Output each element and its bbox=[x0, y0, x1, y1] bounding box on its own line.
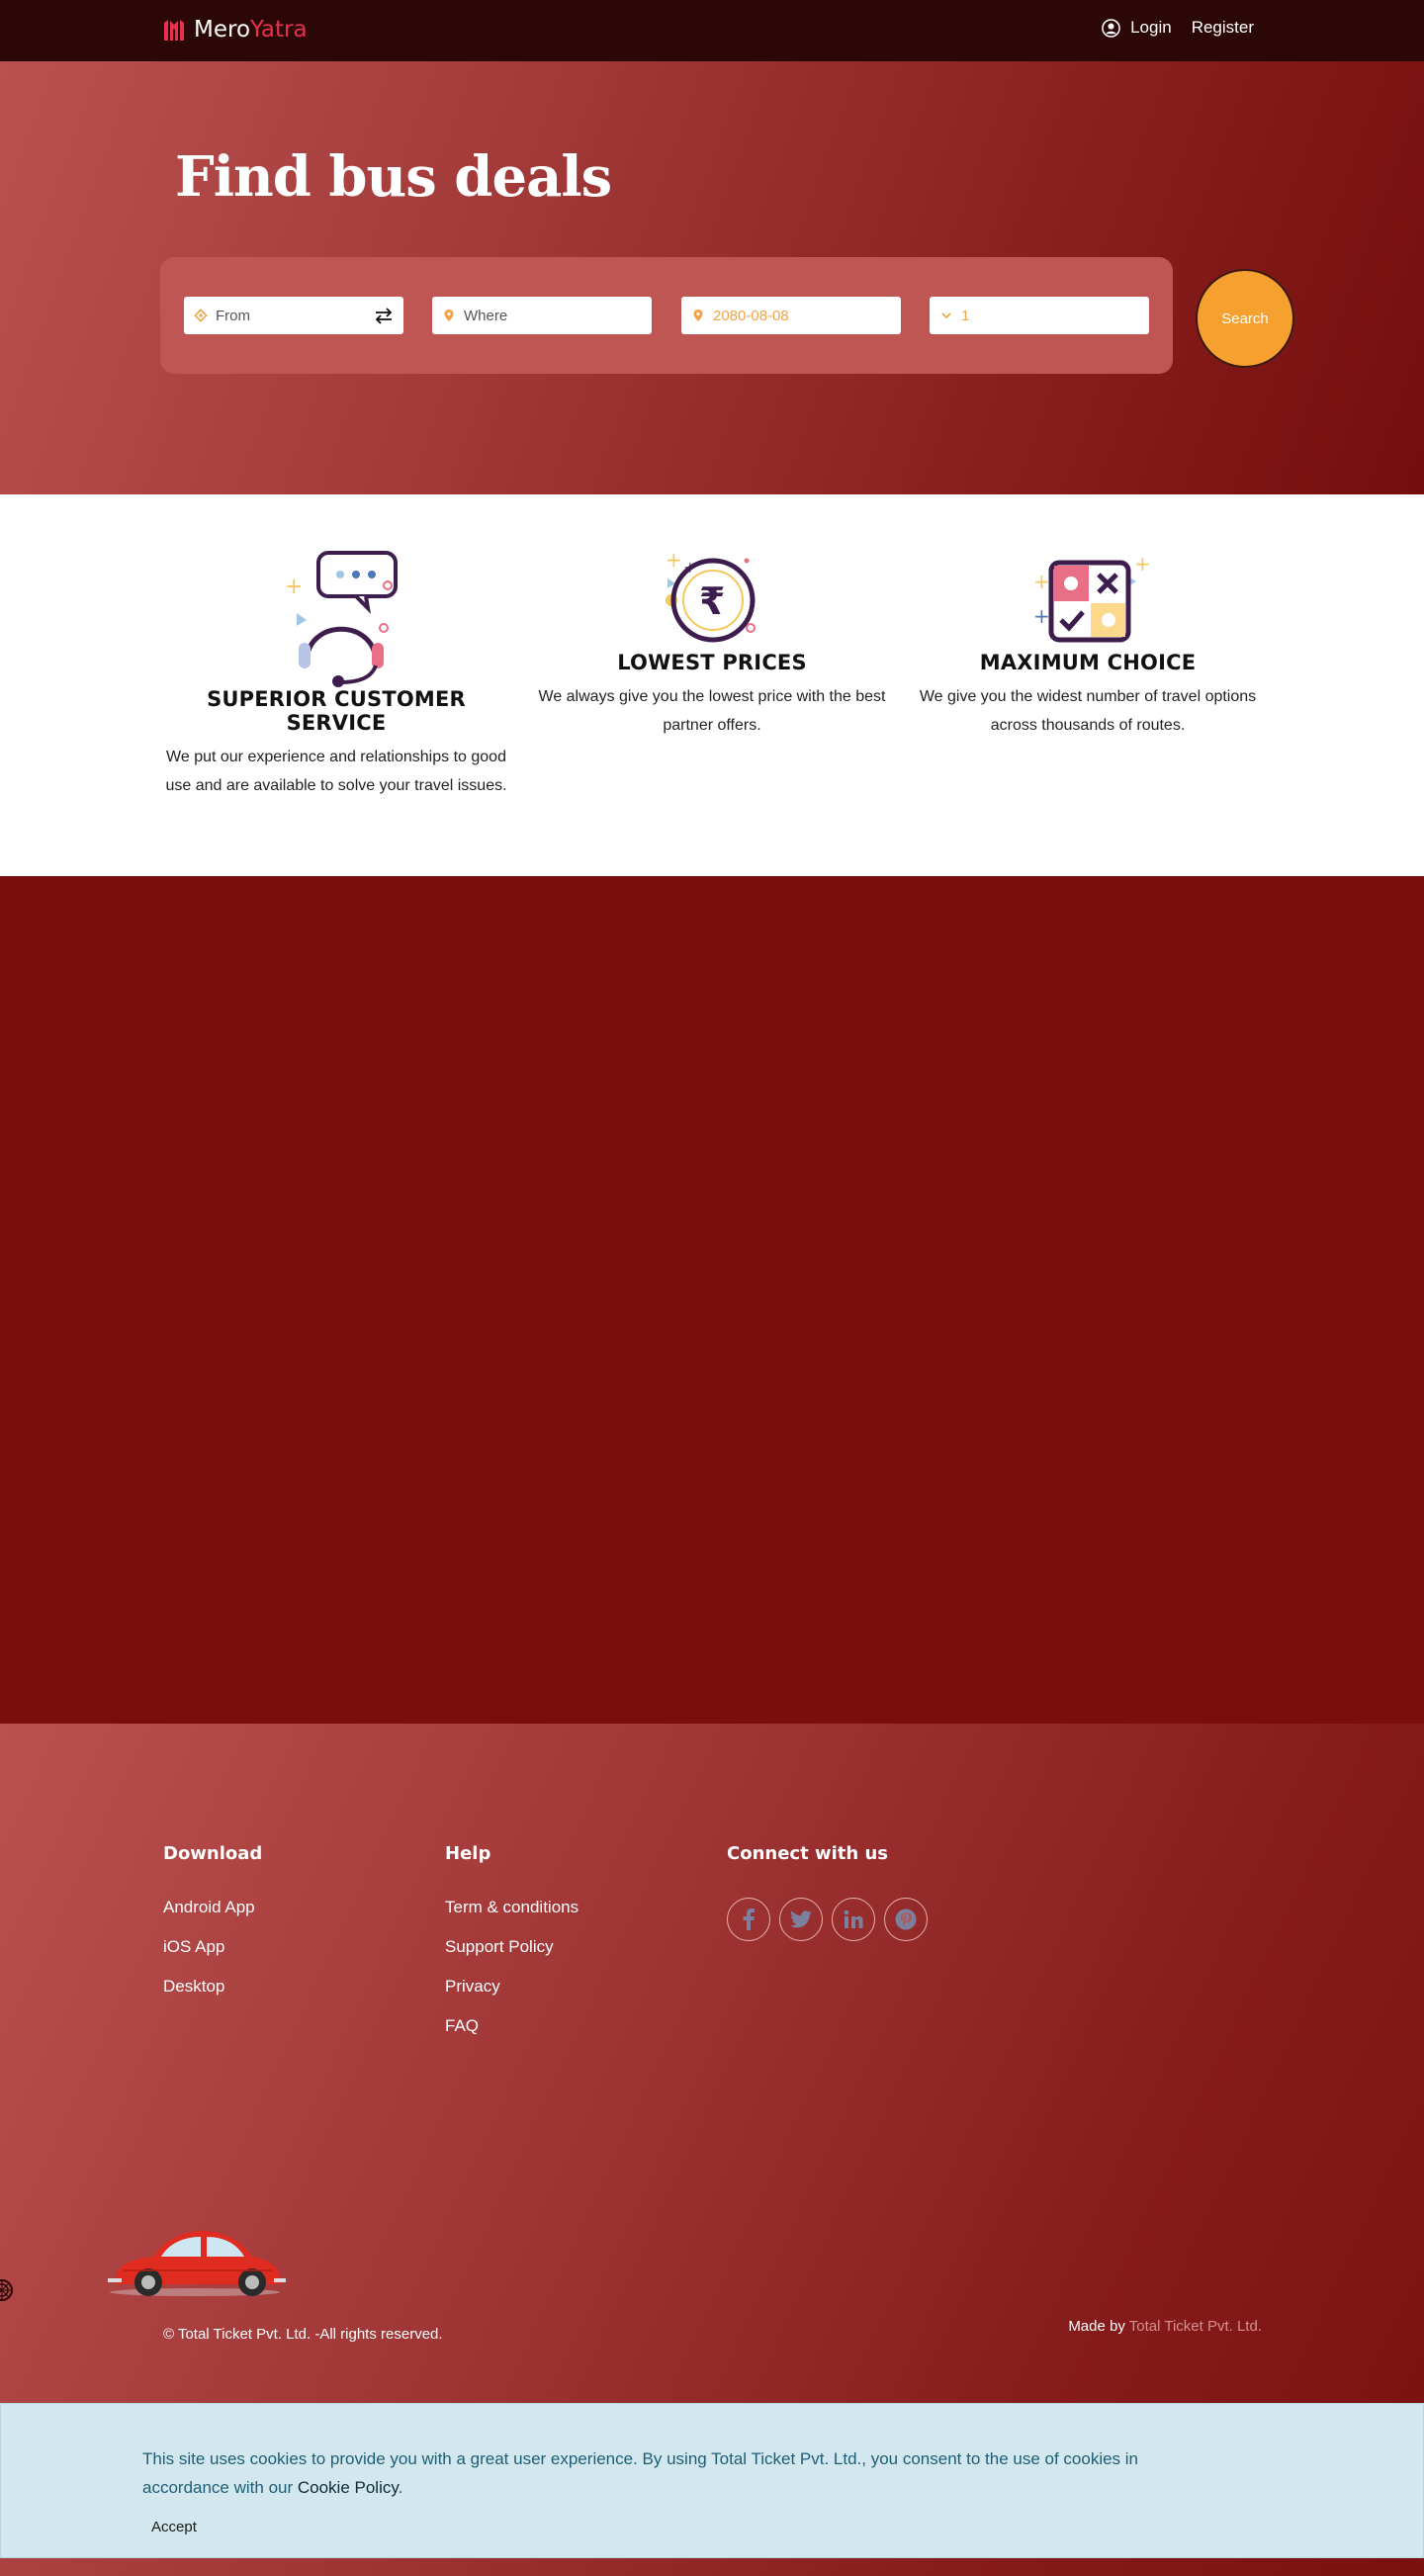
swap-icon[interactable] bbox=[374, 307, 394, 324]
footer-link-support-policy[interactable]: Support Policy bbox=[445, 1937, 578, 1977]
footer-download: Download Android App iOS App Desktop bbox=[163, 1843, 262, 2016]
made-by-link[interactable]: Total Ticket Pvt. Ltd. bbox=[1129, 2318, 1262, 2335]
choice-grid-icon: + + + bbox=[1033, 552, 1151, 643]
chevron-down-icon bbox=[941, 312, 951, 319]
passengers-value: 1 bbox=[961, 307, 970, 324]
feature-title: MAXIMUM CHOICE bbox=[979, 651, 1197, 674]
location-pin-icon bbox=[693, 310, 703, 321]
wheel-decoration-icon bbox=[0, 2279, 13, 2301]
footer-heading: Download bbox=[163, 1843, 263, 1864]
made-by-prefix: Made by bbox=[1068, 2318, 1125, 2335]
passengers-field[interactable]: 1 bbox=[930, 297, 1149, 334]
feature-lowest-prices: + + ₹ LOWEST PRICES We always give you t… bbox=[536, 549, 888, 740]
location-pin-icon bbox=[444, 310, 454, 321]
search-form: From Where 2080-08-08 1 bbox=[160, 257, 1173, 374]
footer-link-android[interactable]: Android App bbox=[163, 1898, 262, 1937]
logo-text-primary: Mero bbox=[194, 17, 251, 43]
origin-marker-icon bbox=[194, 309, 208, 322]
hero-section: Find bus deals From Where 2080-08-08 1 S… bbox=[0, 61, 1424, 494]
from-label: From bbox=[216, 307, 250, 324]
svg-text:+: + bbox=[1033, 604, 1050, 628]
headset-chat-icon: + bbox=[285, 551, 398, 687]
where-field[interactable]: Where bbox=[432, 297, 652, 334]
footer-heading: Connect with us bbox=[727, 1843, 888, 1864]
nav-links: Login Register bbox=[1102, 18, 1254, 38]
footer-link-privacy[interactable]: Privacy bbox=[445, 1977, 578, 2016]
where-label: Where bbox=[464, 307, 508, 324]
svg-text:+: + bbox=[285, 575, 303, 599]
search-button[interactable]: Search bbox=[1196, 269, 1294, 368]
logo-text-accent: Yatra bbox=[250, 17, 308, 43]
feature-customer-service: + SUPERIOR CUSTOMER SERVICE We put our e… bbox=[162, 549, 510, 800]
footer-connect: Connect with us bbox=[727, 1843, 928, 1941]
feature-description: We always give you the lowest price with… bbox=[538, 688, 886, 734]
footer-link-ios[interactable]: iOS App bbox=[163, 1937, 262, 1977]
svg-text:+: + bbox=[666, 549, 682, 572]
hero-title: Find bus deals bbox=[175, 144, 612, 210]
features-section: + SUPERIOR CUSTOMER SERVICE We put our e… bbox=[0, 494, 1424, 876]
date-value: 2080-08-08 bbox=[713, 307, 789, 324]
logo[interactable]: MeroYatra bbox=[162, 17, 308, 43]
register-link[interactable]: Register bbox=[1192, 18, 1254, 38]
feature-maximum-choice: + + + MAXIMUM CHOICE We give you the wid… bbox=[914, 549, 1262, 740]
login-label: Login bbox=[1130, 18, 1172, 37]
from-field[interactable]: From bbox=[184, 297, 403, 334]
cookie-message: This site uses cookies to provide you wi… bbox=[142, 2444, 1191, 2502]
svg-text:+: + bbox=[1033, 570, 1050, 593]
date-field[interactable]: 2080-08-08 bbox=[681, 297, 901, 334]
cookie-period: . bbox=[398, 2478, 403, 2497]
download-links: Android App iOS App Desktop bbox=[163, 1898, 262, 2016]
rupee-coin-icon: + + ₹ bbox=[666, 549, 756, 643]
copyright-text: © Total Ticket Pvt. Ltd. -All rights res… bbox=[163, 2326, 443, 2343]
accept-button[interactable]: Accept bbox=[142, 2515, 206, 2539]
user-icon bbox=[1102, 18, 1120, 38]
cookie-policy-link[interactable]: Cookie Policy bbox=[298, 2478, 399, 2497]
made-by: Made by Total Ticket Pvt. Ltd. bbox=[1068, 2318, 1262, 2335]
feature-description: We put our experience and relationships … bbox=[165, 749, 507, 794]
logo-mark-icon bbox=[164, 20, 184, 41]
cookie-banner: This site uses cookies to provide you wi… bbox=[0, 2403, 1424, 2558]
footer-heading: Help bbox=[445, 1843, 491, 1864]
linkedin-icon[interactable] bbox=[832, 1898, 875, 1941]
car-illustration bbox=[108, 2231, 286, 2296]
help-links: Term & conditions Support Policy Privacy… bbox=[445, 1898, 578, 2056]
social-links bbox=[727, 1898, 928, 1941]
footer-link-desktop[interactable]: Desktop bbox=[163, 1977, 262, 2016]
footer-link-terms[interactable]: Term & conditions bbox=[445, 1898, 578, 1937]
facebook-icon[interactable] bbox=[727, 1898, 770, 1941]
svg-text:₹: ₹ bbox=[699, 579, 725, 623]
footer-help: Help Term & conditions Support Policy Pr… bbox=[445, 1843, 578, 2056]
navbar: MeroYatra Login Register bbox=[0, 0, 1424, 61]
footer-link-faq[interactable]: FAQ bbox=[445, 2016, 578, 2056]
feature-title: LOWEST PRICES bbox=[617, 651, 807, 674]
twitter-icon[interactable] bbox=[779, 1898, 823, 1941]
login-link[interactable]: Login bbox=[1102, 18, 1172, 38]
svg-text:+: + bbox=[1134, 552, 1151, 576]
pinterest-icon[interactable] bbox=[884, 1898, 928, 1941]
feature-title: SUPERIOR CUSTOMER SERVICE bbox=[207, 687, 466, 735]
cookie-text: This site uses cookies to provide you wi… bbox=[142, 2449, 1139, 2497]
feature-description: We give you the widest number of travel … bbox=[919, 688, 1257, 734]
